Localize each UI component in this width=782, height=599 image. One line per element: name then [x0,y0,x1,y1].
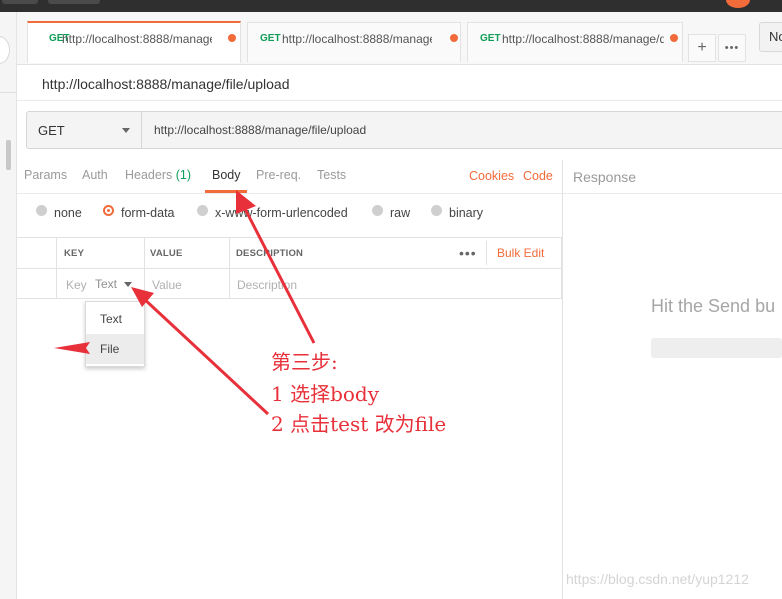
arrow-to-body-tab [236,190,316,344]
watermark: https://blog.csdn.net/yup1212 [566,571,749,587]
arrow-to-type-select [131,287,270,416]
annotation-arrows [54,190,316,416]
arrow-to-file-option [54,342,90,354]
annotation-step: 第三步: [271,350,338,374]
annotation-line: 1 选择body [271,382,380,406]
annotation-line: 2 点击test 改为file [271,412,447,436]
